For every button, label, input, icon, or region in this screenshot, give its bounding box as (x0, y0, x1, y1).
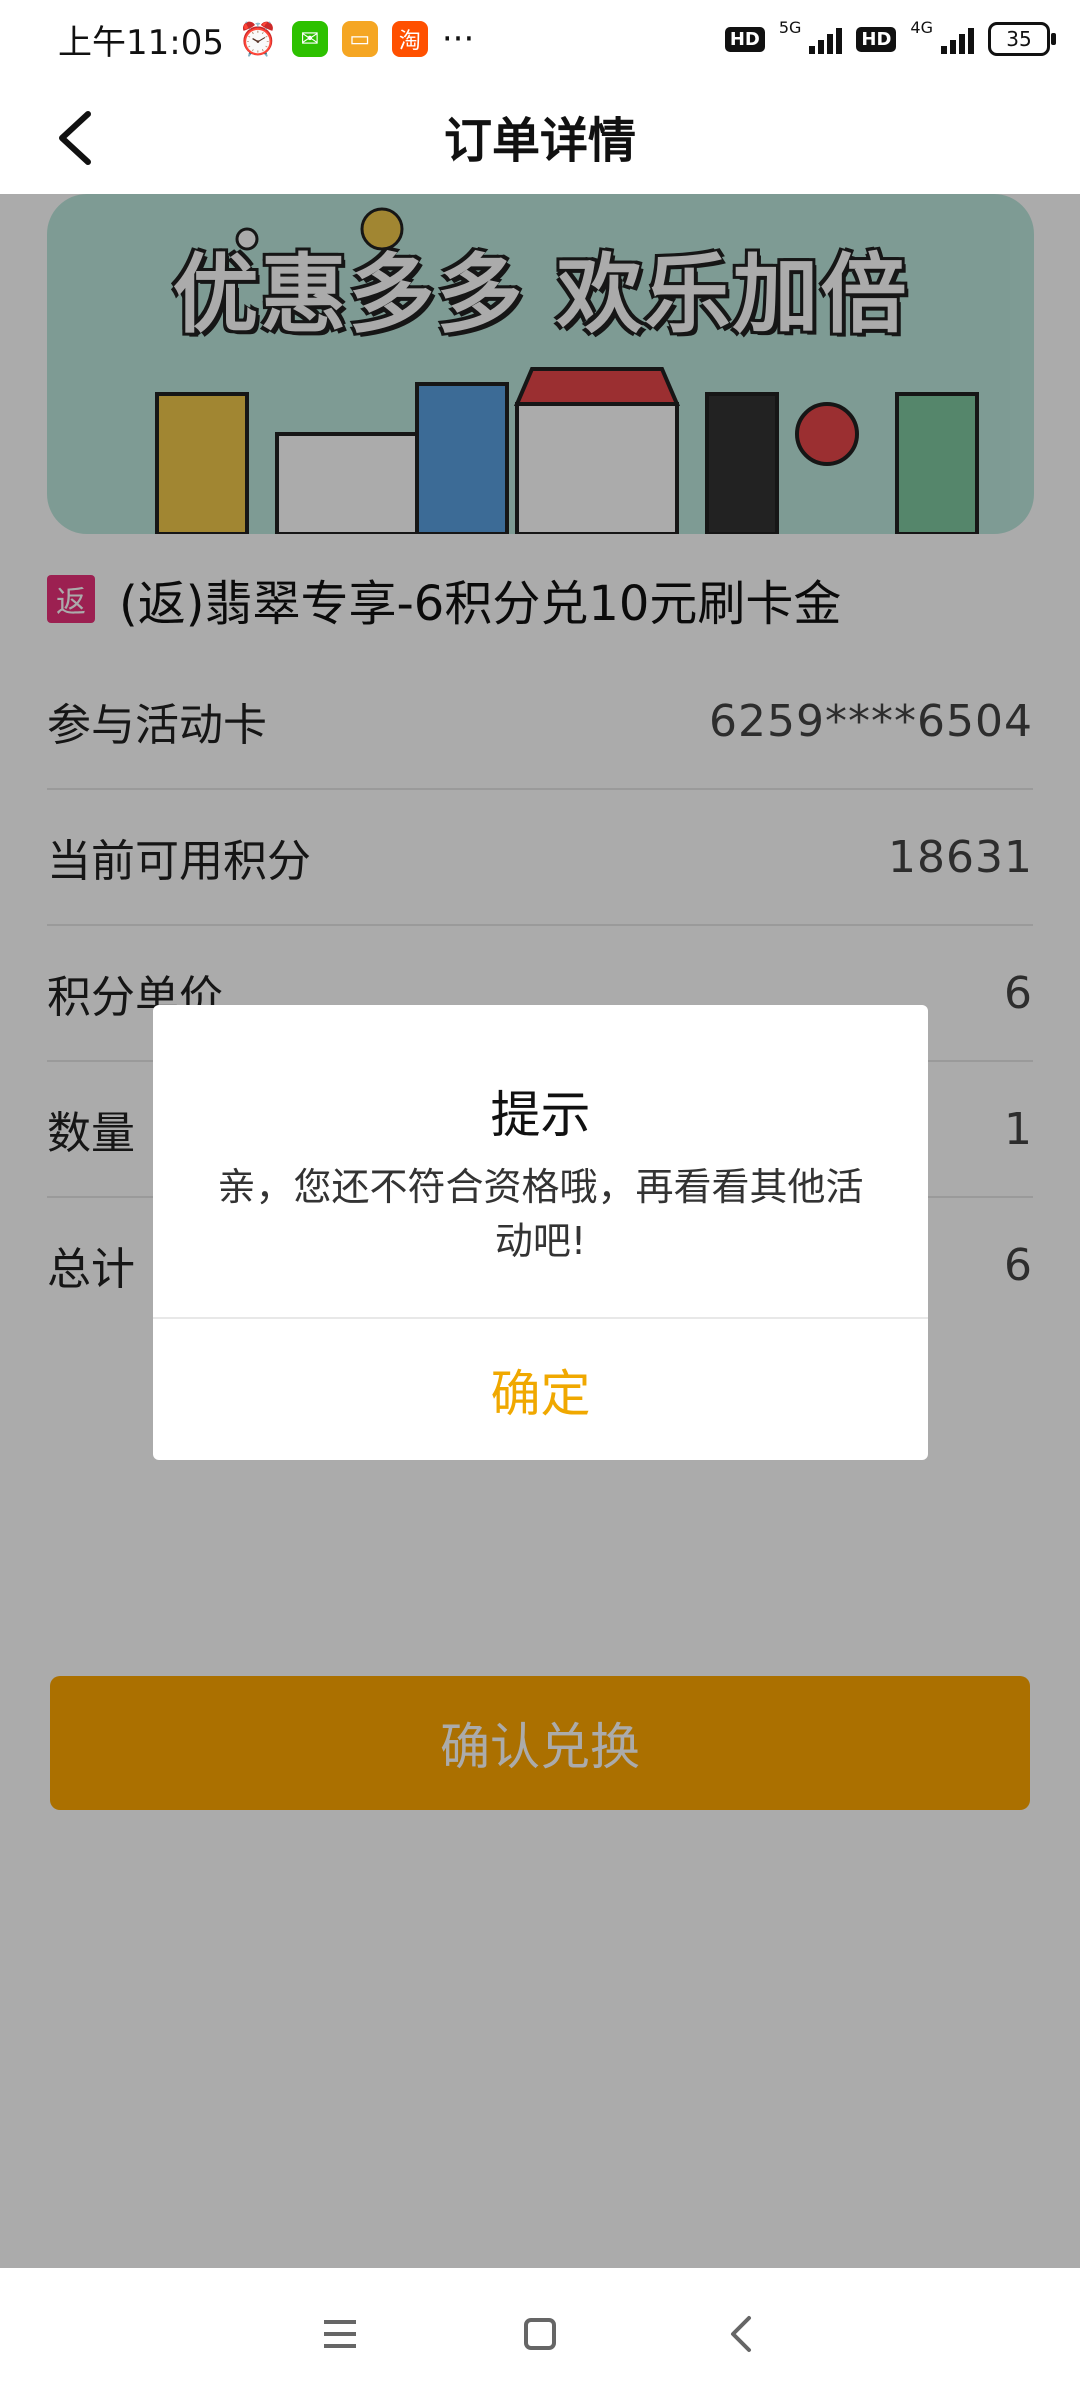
chevron-left-icon (59, 111, 91, 165)
alert-dialog: 提示 亲，您还不符合资格哦，再看看其他活动吧! 确定 (153, 1005, 928, 1460)
page-title: 订单详情 (443, 113, 636, 169)
system-nav-bar (0, 2268, 1080, 2400)
taobao-icon: 淘 (391, 21, 428, 57)
dialog-ok-button[interactable]: 确定 (153, 1319, 928, 1460)
title-bar: 订单详情 (0, 78, 1080, 194)
home-nav-button[interactable] (505, 2299, 575, 2369)
menu-nav-button[interactable] (305, 2299, 375, 2369)
network-5g-label: 5G (778, 17, 802, 37)
back-triangle-icon (731, 2316, 751, 2352)
network-4g-label: 4G (910, 17, 933, 37)
wechat-icon: ✉ (291, 21, 328, 57)
signal-icon-2 (941, 24, 974, 54)
alarm-icon: ⏰ (237, 20, 278, 58)
status-bar: 上午11:05 ⏰ ✉ ▭ 淘 ··· HD 5G HD 4G 35 (0, 0, 1080, 78)
home-square-icon (524, 2318, 556, 2350)
back-nav-button[interactable] (705, 2299, 775, 2369)
battery-icon: 35 (988, 22, 1056, 56)
slides-icon: ▭ (341, 21, 378, 57)
more-notifications-icon: ··· (441, 19, 475, 59)
signal-icon (809, 24, 843, 54)
hd-badge-2: HD (856, 26, 897, 52)
hd-badge: HD (724, 26, 765, 52)
dialog-message: 亲，您还不符合资格哦，再看看其他活动吧! (217, 1165, 864, 1263)
battery-level: 35 (1006, 27, 1032, 51)
status-time: 上午11:05 (58, 22, 224, 63)
back-button[interactable] (44, 108, 104, 168)
dialog-title: 提示 (490, 1086, 591, 1144)
menu-icon (324, 2320, 356, 2348)
